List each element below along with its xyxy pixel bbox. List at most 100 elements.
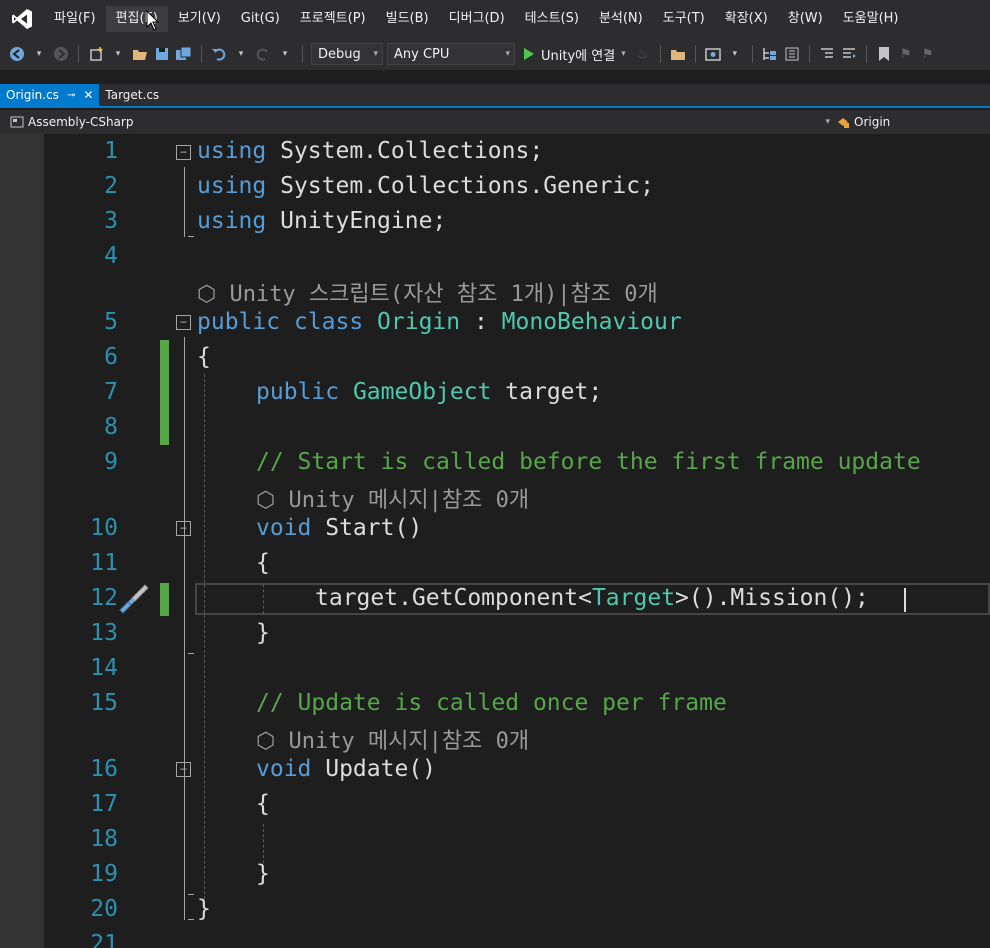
bookmark-icon[interactable] [875, 43, 893, 65]
codelens-class-hint[interactable]: ⬡ Unity 스크립트(자산 참조 1개)|참조 0개 [197, 276, 658, 308]
outdent-icon[interactable] [818, 43, 836, 65]
attach-to-unity-button[interactable]: Unity에 연결 ▾ [519, 43, 630, 65]
code-line: { [256, 791, 270, 817]
menu-analyze[interactable]: 분석(N) [589, 6, 653, 32]
redo-icon[interactable] [254, 43, 272, 65]
quick-actions-brush-icon[interactable] [117, 582, 151, 620]
editor-left-strip [0, 134, 44, 948]
toolbar-separator [751, 45, 753, 63]
indent-icon[interactable] [840, 43, 858, 65]
hot-reload-icon[interactable]: ♨ [634, 43, 652, 65]
class-icon [838, 118, 849, 128]
keyword: public [197, 309, 281, 335]
undo-icon[interactable] [210, 43, 228, 65]
collapse-using-button[interactable]: − [176, 145, 191, 160]
code-text: Start() [311, 515, 423, 541]
standard-toolbar: ▾ ▾ ▾ ▾ Debug ▾ Any CPU ▾ Unity에 연결 ▾ ♨ [0, 38, 990, 70]
chevron-down-icon[interactable]: ▾ [232, 43, 250, 65]
keyword: void [256, 515, 312, 541]
line-number: 11 [90, 550, 118, 576]
codelens-start-hint[interactable]: ⬡ Unity 메시지|참조 0개 [256, 482, 529, 514]
code-line: public GameObject target; [256, 379, 602, 405]
type-dropdown[interactable]: Origin [836, 110, 890, 134]
menu-help[interactable]: 도움말(H) [833, 6, 909, 32]
navigate-back-icon[interactable] [8, 43, 26, 65]
menu-debug[interactable]: 디버그(D) [439, 6, 515, 32]
codelens-text: Unity 스크립트(자산 참조 1개)|참조 0개 [229, 282, 658, 307]
code-editor[interactable]: − − − − 1 2 3 4 5 6 7 8 9 10 11 12 13 14… [0, 134, 990, 948]
fold-outline [184, 337, 185, 920]
chevron-down-icon[interactable]: ▾ [30, 43, 48, 65]
visual-studio-logo-icon [0, 0, 44, 38]
type-name: Origin [377, 309, 461, 335]
previous-bookmark-icon[interactable]: ⚑ [897, 43, 915, 65]
menu-view[interactable]: 보기(V) [168, 6, 231, 32]
new-project-icon[interactable] [87, 43, 105, 65]
save-icon[interactable] [153, 43, 171, 65]
menu-tools[interactable]: 도구(T) [653, 6, 715, 32]
menu-window[interactable]: 창(W) [778, 6, 833, 32]
open-folder-icon[interactable] [131, 43, 149, 65]
collapse-start-button[interactable]: − [176, 521, 191, 536]
solution-explorer-icon[interactable] [669, 43, 687, 65]
mouse-cursor-icon [146, 9, 160, 36]
chevron-down-icon[interactable]: ▾ [109, 43, 127, 65]
menu-build[interactable]: 빌드(B) [376, 6, 439, 32]
collapse-update-button[interactable]: − [176, 762, 191, 777]
project-dropdown[interactable]: Assembly-CSharp ▾ [10, 110, 830, 134]
change-indicator [160, 583, 169, 616]
code-text: System.Collections.Generic; [266, 173, 654, 199]
chevron-down-icon[interactable]: ▾ [276, 43, 294, 65]
code-text: UnityEngine; [266, 208, 447, 234]
code-text: target; [491, 379, 603, 405]
keyword: class [280, 309, 378, 335]
menu-test[interactable]: 테스트(S) [515, 6, 589, 32]
line-number: 3 [104, 208, 118, 234]
save-all-icon[interactable] [175, 43, 193, 65]
line-number: 13 [90, 620, 118, 646]
attach-to-unity-label: Unity에 연결 [541, 48, 616, 64]
unity-hint-icon: ⬡ [256, 488, 289, 513]
next-bookmark-icon[interactable]: ⚑ [919, 43, 937, 65]
line-number: 6 [104, 344, 118, 370]
indent-guide [263, 584, 264, 614]
fold-outline [184, 167, 185, 237]
screenshot-icon[interactable] [704, 43, 722, 65]
toolbar-separator [659, 45, 661, 63]
line-number: 18 [90, 826, 118, 852]
tab-target-cs[interactable]: Target.cs [99, 84, 165, 106]
configuration-dropdown[interactable]: Debug ▾ [311, 43, 383, 65]
codelens-update-hint[interactable]: ⬡ Unity 메시지|참조 0개 [256, 723, 529, 755]
code-comment: // Update is called once per frame [256, 690, 727, 716]
code-line: using System.Collections.Generic; [197, 173, 654, 199]
menu-project[interactable]: 프로젝트(P) [290, 6, 376, 32]
play-icon [524, 48, 534, 60]
line-number: 16 [90, 756, 118, 782]
type-name: Target [591, 585, 676, 611]
chevron-down-icon[interactable]: ▾ [621, 49, 626, 59]
line-number: 9 [104, 449, 118, 475]
keyword: using [197, 208, 267, 234]
type-name: GameObject [352, 379, 492, 405]
close-icon[interactable]: ✕ [83, 88, 93, 102]
collapse-class-button[interactable]: − [176, 315, 191, 330]
code-line: target.GetComponent<Target>().Mission(); [315, 585, 869, 611]
pin-icon[interactable]: ⊸ [67, 90, 75, 101]
line-number: 17 [90, 791, 118, 817]
chevron-down-icon: ▾ [505, 49, 510, 59]
document-tab-bar: Origin.cs ⊸ ✕ Target.cs [0, 84, 990, 108]
configuration-value: Debug [318, 46, 361, 62]
code-line: void Update() [256, 756, 436, 782]
keyword: public [256, 379, 340, 405]
navigate-forward-icon[interactable] [52, 43, 70, 65]
platform-dropdown[interactable]: Any CPU ▾ [387, 43, 515, 65]
menu-git[interactable]: Git(G) [231, 6, 290, 32]
menu-extensions[interactable]: 확장(X) [715, 6, 778, 32]
properties-icon[interactable] [783, 43, 801, 65]
class-view-icon[interactable] [761, 43, 779, 65]
chevron-down-icon[interactable]: ▾ [726, 43, 744, 65]
tab-origin-cs[interactable]: Origin.cs ⊸ ✕ [0, 84, 100, 106]
menu-file[interactable]: 파일(F) [44, 6, 106, 32]
code-text: } [256, 620, 270, 646]
